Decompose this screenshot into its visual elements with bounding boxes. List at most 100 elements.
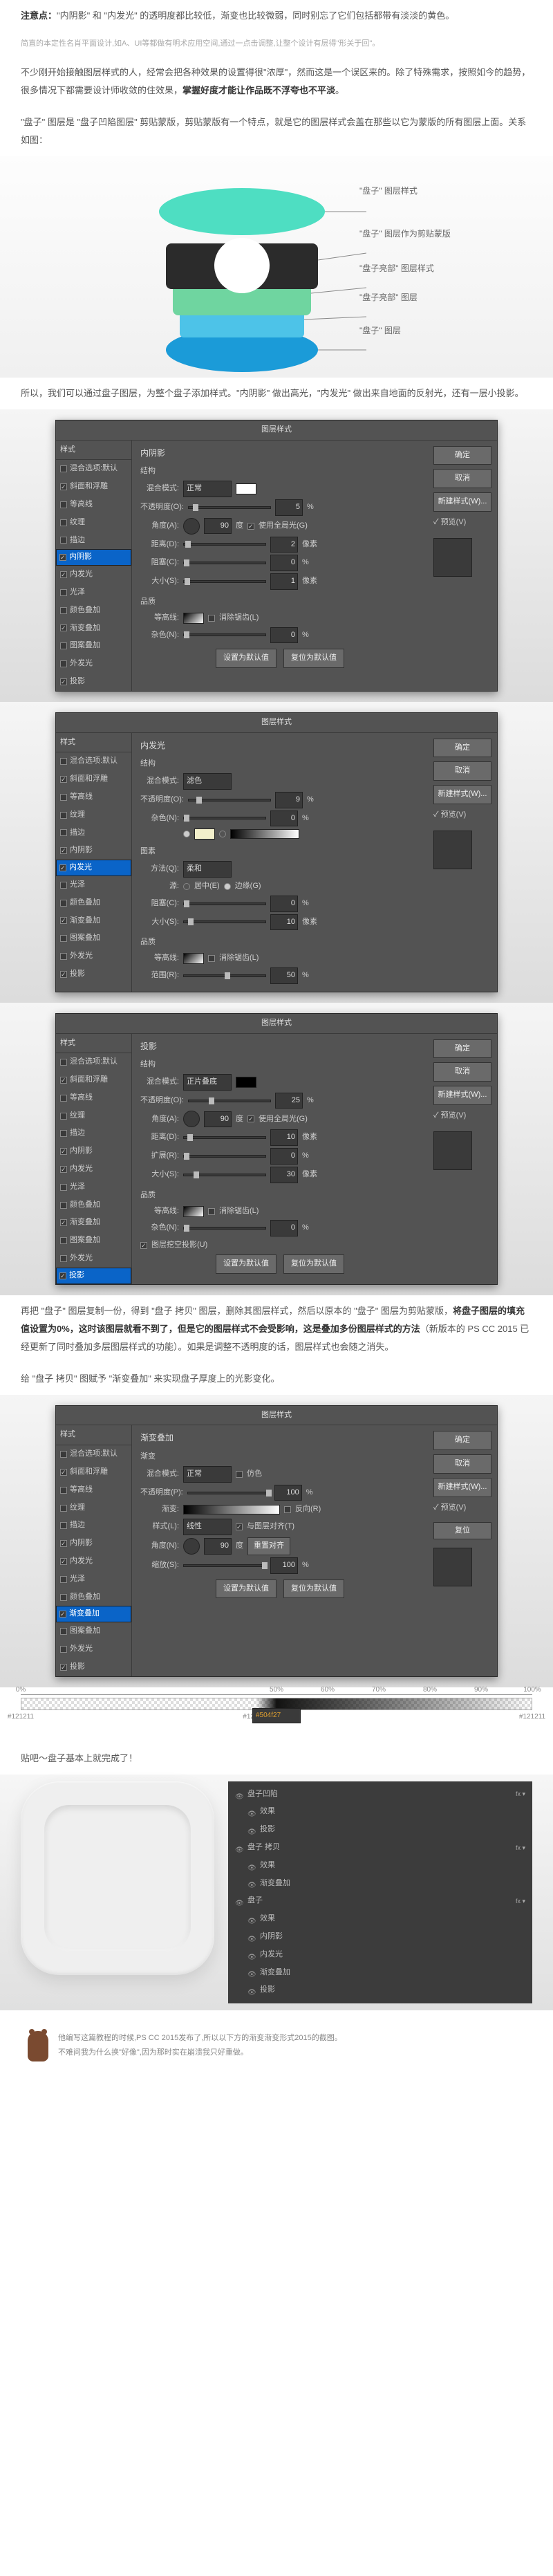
style-item-3[interactable]: 纹理 <box>56 806 131 824</box>
style-checkbox[interactable] <box>60 1469 67 1476</box>
style-item-9[interactable]: 渐变叠加 <box>56 912 131 930</box>
src-edge-radio[interactable] <box>224 883 231 890</box>
style-item-6[interactable]: 内发光 <box>56 1160 131 1178</box>
style-checkbox[interactable] <box>60 776 67 783</box>
style-checkbox[interactable] <box>60 1059 67 1066</box>
technique-select[interactable]: 柔和 <box>183 861 232 878</box>
style-checkbox[interactable] <box>59 864 66 871</box>
blend-mode-select[interactable]: 正片叠底 <box>183 1074 232 1091</box>
src-center-radio[interactable] <box>183 883 190 890</box>
align-checkbox[interactable] <box>236 1523 243 1530</box>
style-item-6[interactable]: 内发光 <box>56 566 131 584</box>
style-checkbox[interactable] <box>60 971 67 978</box>
noise-input[interactable]: 0 <box>270 627 298 644</box>
style-item-1[interactable]: 斜面和浮雕 <box>56 770 131 788</box>
style-checkbox[interactable] <box>60 1237 67 1244</box>
antialias-checkbox[interactable] <box>208 1208 215 1215</box>
style-item-10[interactable]: 图案叠加 <box>56 929 131 947</box>
reset-default-button[interactable]: 复位为默认值 <box>283 1579 344 1599</box>
style-checkbox[interactable] <box>60 1255 67 1262</box>
style-item-9[interactable]: 渐变叠加 <box>56 1214 131 1232</box>
style-checkbox[interactable] <box>60 607 67 614</box>
style-checkbox[interactable] <box>60 1540 67 1547</box>
gradient-picker[interactable] <box>183 1505 280 1514</box>
layer-row[interactable]: 效果 <box>232 1803 528 1821</box>
style-item-2[interactable]: 等高线 <box>56 788 131 806</box>
style-item-1[interactable]: 斜面和浮雕 <box>56 478 131 496</box>
eye-icon[interactable] <box>247 1951 256 1959</box>
size-input[interactable]: 1 <box>270 573 298 590</box>
style-checkbox[interactable] <box>60 1219 67 1226</box>
style-item-6[interactable]: 内发光 <box>56 860 131 876</box>
eye-icon[interactable] <box>235 1790 243 1799</box>
eye-icon[interactable] <box>247 1915 256 1923</box>
angle-dial[interactable] <box>183 518 200 535</box>
style-checkbox[interactable] <box>60 678 67 685</box>
style-checkbox[interactable] <box>60 589 67 596</box>
style-checkbox[interactable] <box>60 1576 67 1583</box>
style-item-10[interactable]: 图案叠加 <box>56 1232 131 1250</box>
angle-dial[interactable] <box>183 1538 200 1555</box>
new-style-button[interactable]: 新建样式(W)... <box>433 1086 491 1105</box>
blend-mode-select[interactable]: 滤色 <box>183 773 232 790</box>
style-item-12[interactable]: 投影 <box>56 673 131 691</box>
style-checkbox[interactable] <box>60 882 67 889</box>
choke-slider[interactable] <box>183 562 266 564</box>
size-slider[interactable] <box>183 580 266 583</box>
style-item-7[interactable]: 光泽 <box>56 1570 131 1588</box>
style-item-4[interactable]: 描边 <box>56 824 131 842</box>
style-item-7[interactable]: 光泽 <box>56 1178 131 1196</box>
style-checkbox[interactable] <box>60 1628 67 1635</box>
style-item-4[interactable]: 描边 <box>56 1124 131 1142</box>
style-checkbox[interactable] <box>60 1095 67 1102</box>
style-item-0[interactable]: 混合选项:默认 <box>56 460 131 478</box>
style-checkbox[interactable] <box>59 1611 66 1618</box>
make-default-button[interactable]: 设置为默认值 <box>216 649 276 668</box>
style-checkbox[interactable] <box>60 519 67 526</box>
cancel-button[interactable]: 取消 <box>433 469 491 488</box>
style-checkbox[interactable] <box>60 847 67 854</box>
make-default-button[interactable]: 设置为默认值 <box>216 1254 276 1274</box>
style-checkbox[interactable] <box>60 953 67 960</box>
ok-button[interactable]: 确定 <box>433 739 491 758</box>
gradient-stop[interactable]: #121211 <box>8 1711 34 1723</box>
contour-picker[interactable] <box>183 953 204 964</box>
style-checkbox[interactable] <box>60 1184 67 1191</box>
style-item-7[interactable]: 光泽 <box>56 584 131 602</box>
style-checkbox[interactable] <box>60 642 67 649</box>
style-item-4[interactable]: 描边 <box>56 1517 131 1535</box>
style-checkbox[interactable] <box>60 624 67 631</box>
style-checkbox[interactable] <box>60 537 67 544</box>
cancel-button[interactable]: 取消 <box>433 1454 491 1474</box>
cancel-button[interactable]: 取消 <box>433 1062 491 1082</box>
layer-row[interactable]: 效果 <box>232 1910 528 1928</box>
antialias-checkbox[interactable] <box>208 615 215 622</box>
distance-slider[interactable] <box>183 543 266 546</box>
reset-default-button[interactable]: 复位为默认值 <box>283 649 344 668</box>
style-checkbox[interactable] <box>60 935 67 942</box>
preview-checkbox[interactable]: ✓ 预览(V) <box>433 1109 491 1123</box>
color-radio[interactable] <box>183 831 190 837</box>
style-checkbox[interactable] <box>60 1594 67 1601</box>
noise-slider[interactable] <box>183 817 266 819</box>
style-item-2[interactable]: 等高线 <box>56 1481 131 1499</box>
layer-row[interactable]: 盘子凹陷fx ▾ <box>232 1786 528 1804</box>
eye-icon[interactable] <box>247 1933 256 1941</box>
style-item-10[interactable]: 图案叠加 <box>56 1622 131 1640</box>
distance-input[interactable]: 2 <box>270 537 298 553</box>
fx-badge[interactable]: fx ▾ <box>516 1842 525 1853</box>
style-item-1[interactable]: 斜面和浮雕 <box>56 1463 131 1481</box>
gradient-stop[interactable]: #504f27 <box>252 1708 301 1723</box>
style-item-8[interactable]: 颜色叠加 <box>56 894 131 912</box>
style-item-3[interactable]: 纹理 <box>56 1499 131 1517</box>
layer-row[interactable]: 盘子 拷贝fx ▾ <box>232 1839 528 1857</box>
style-item-0[interactable]: 混合选项:默认 <box>56 1053 131 1071</box>
style-item-10[interactable]: 图案叠加 <box>56 637 131 655</box>
style-checkbox[interactable] <box>60 501 67 508</box>
style-checkbox[interactable] <box>60 829 67 836</box>
new-style-button[interactable]: 新建样式(W)... <box>433 1478 491 1497</box>
style-item-2[interactable]: 等高线 <box>56 496 131 514</box>
style-item-8[interactable]: 颜色叠加 <box>56 1588 131 1606</box>
style-checkbox[interactable] <box>59 554 66 561</box>
noise-slider[interactable] <box>183 633 266 636</box>
